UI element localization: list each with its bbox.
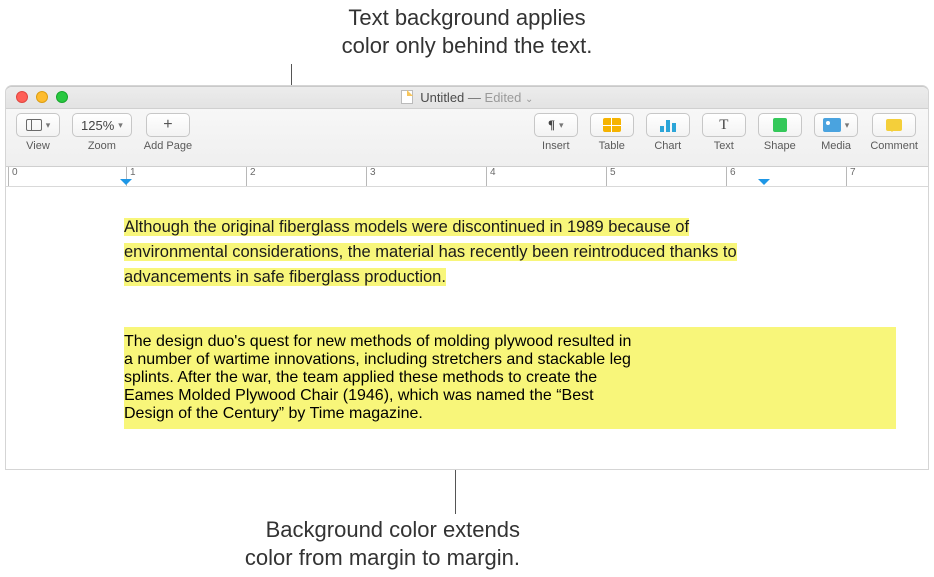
text-button[interactable]: T bbox=[702, 113, 746, 137]
table-button[interactable] bbox=[590, 113, 634, 137]
zoom-label: Zoom bbox=[72, 140, 132, 152]
ruler-tick: 6 bbox=[726, 167, 736, 186]
paragraph-background-block[interactable]: The design duo's quest for new methods o… bbox=[124, 327, 896, 429]
chart-button[interactable] bbox=[646, 113, 690, 137]
chevron-down-icon: ▾ bbox=[118, 120, 123, 131]
insert-label: Insert bbox=[534, 140, 578, 152]
media-icon bbox=[823, 118, 841, 132]
insert-button[interactable]: ¶ ▾ bbox=[534, 113, 578, 137]
pilcrow-icon: ¶ bbox=[548, 117, 555, 133]
annotation-top-line2: color only behind the text. bbox=[0, 32, 934, 60]
annotation-bottom-line1: Background color extends bbox=[0, 516, 520, 544]
media-button[interactable]: ▾ bbox=[814, 113, 859, 137]
ruler[interactable]: 0 1 2 3 4 5 6 7 bbox=[6, 167, 928, 187]
table-icon bbox=[603, 118, 621, 132]
ruler-tick: 2 bbox=[246, 167, 256, 186]
shape-button[interactable] bbox=[758, 113, 802, 137]
comment-button[interactable] bbox=[872, 113, 916, 137]
toolbar-shape-group: Shape bbox=[758, 113, 802, 152]
annotation-bottom-line2: color from margin to margin. bbox=[0, 544, 520, 572]
comment-label: Comment bbox=[870, 140, 918, 152]
table-label: Table bbox=[590, 140, 634, 152]
chevron-down-icon: ⌄ bbox=[525, 94, 533, 105]
ruler-right-indent-marker[interactable] bbox=[758, 179, 770, 191]
toolbar-zoom-group: 125% ▾ Zoom bbox=[72, 113, 132, 152]
highlighted-text: Although the original fiberglass models … bbox=[124, 218, 737, 286]
toolbar-text-group: T Text bbox=[702, 113, 746, 152]
addpage-label: Add Page bbox=[144, 140, 192, 152]
shape-icon bbox=[773, 118, 787, 132]
ruler-tick: 5 bbox=[606, 167, 616, 186]
annotation-bottom-leader bbox=[455, 470, 456, 514]
add-page-button[interactable]: + bbox=[146, 113, 190, 137]
zoom-value: 125% bbox=[81, 118, 114, 133]
toolbar-comment-group: Comment bbox=[870, 113, 918, 152]
zoom-button[interactable]: 125% ▾ bbox=[72, 113, 132, 137]
document-state: Edited bbox=[485, 90, 522, 105]
titlebar: Untitled — Edited ⌄ bbox=[6, 87, 928, 109]
view-label: View bbox=[16, 140, 60, 152]
chevron-down-icon: ▾ bbox=[559, 120, 564, 131]
toolbar-table-group: Table bbox=[590, 113, 634, 152]
toolbar-media-group: ▾ Media bbox=[814, 113, 859, 152]
chevron-down-icon: ▾ bbox=[845, 120, 850, 131]
ruler-tick: 0 bbox=[8, 167, 18, 186]
toolbar: ▾ View 125% ▾ Zoom + Add Page ¶ ▾ Insert bbox=[6, 109, 928, 167]
text-icon: T bbox=[719, 117, 728, 134]
toolbar-chart-group: Chart bbox=[646, 113, 690, 152]
chevron-down-icon: ▾ bbox=[46, 120, 51, 131]
chart-icon bbox=[660, 118, 676, 132]
annotation-bottom: Background color extends color from marg… bbox=[0, 516, 520, 571]
document-canvas[interactable]: Although the original fiberglass models … bbox=[6, 187, 928, 469]
comment-icon bbox=[886, 119, 902, 131]
app-window: Untitled — Edited ⌄ ▾ View 125% ▾ Zoom + bbox=[6, 86, 928, 469]
view-icon bbox=[26, 119, 42, 131]
paragraph-background-text: The design duo's quest for new methods o… bbox=[124, 329, 764, 427]
document-name: Untitled bbox=[420, 90, 464, 105]
annotation-top-line1: Text background applies bbox=[0, 4, 934, 32]
shape-label: Shape bbox=[758, 140, 802, 152]
paragraph-gap bbox=[6, 289, 928, 327]
ruler-tick: 4 bbox=[486, 167, 496, 186]
media-label: Media bbox=[814, 140, 859, 152]
chart-label: Chart bbox=[646, 140, 690, 152]
document-icon bbox=[401, 90, 413, 104]
toolbar-insert-group: ¶ ▾ Insert bbox=[534, 113, 578, 152]
toolbar-view-group: ▾ View bbox=[16, 113, 60, 152]
ruler-tick: 3 bbox=[366, 167, 376, 186]
view-button[interactable]: ▾ bbox=[16, 113, 60, 137]
toolbar-addpage-group: + Add Page bbox=[144, 113, 192, 152]
document-title[interactable]: Untitled — Edited ⌄ bbox=[6, 87, 928, 111]
paragraph-text-background[interactable]: Although the original fiberglass models … bbox=[124, 215, 764, 289]
text-label: Text bbox=[702, 140, 746, 152]
annotation-top: Text background applies color only behin… bbox=[0, 4, 934, 59]
plus-icon: + bbox=[163, 117, 172, 133]
ruler-left-indent-marker[interactable] bbox=[120, 179, 132, 191]
ruler-tick: 7 bbox=[846, 167, 856, 186]
